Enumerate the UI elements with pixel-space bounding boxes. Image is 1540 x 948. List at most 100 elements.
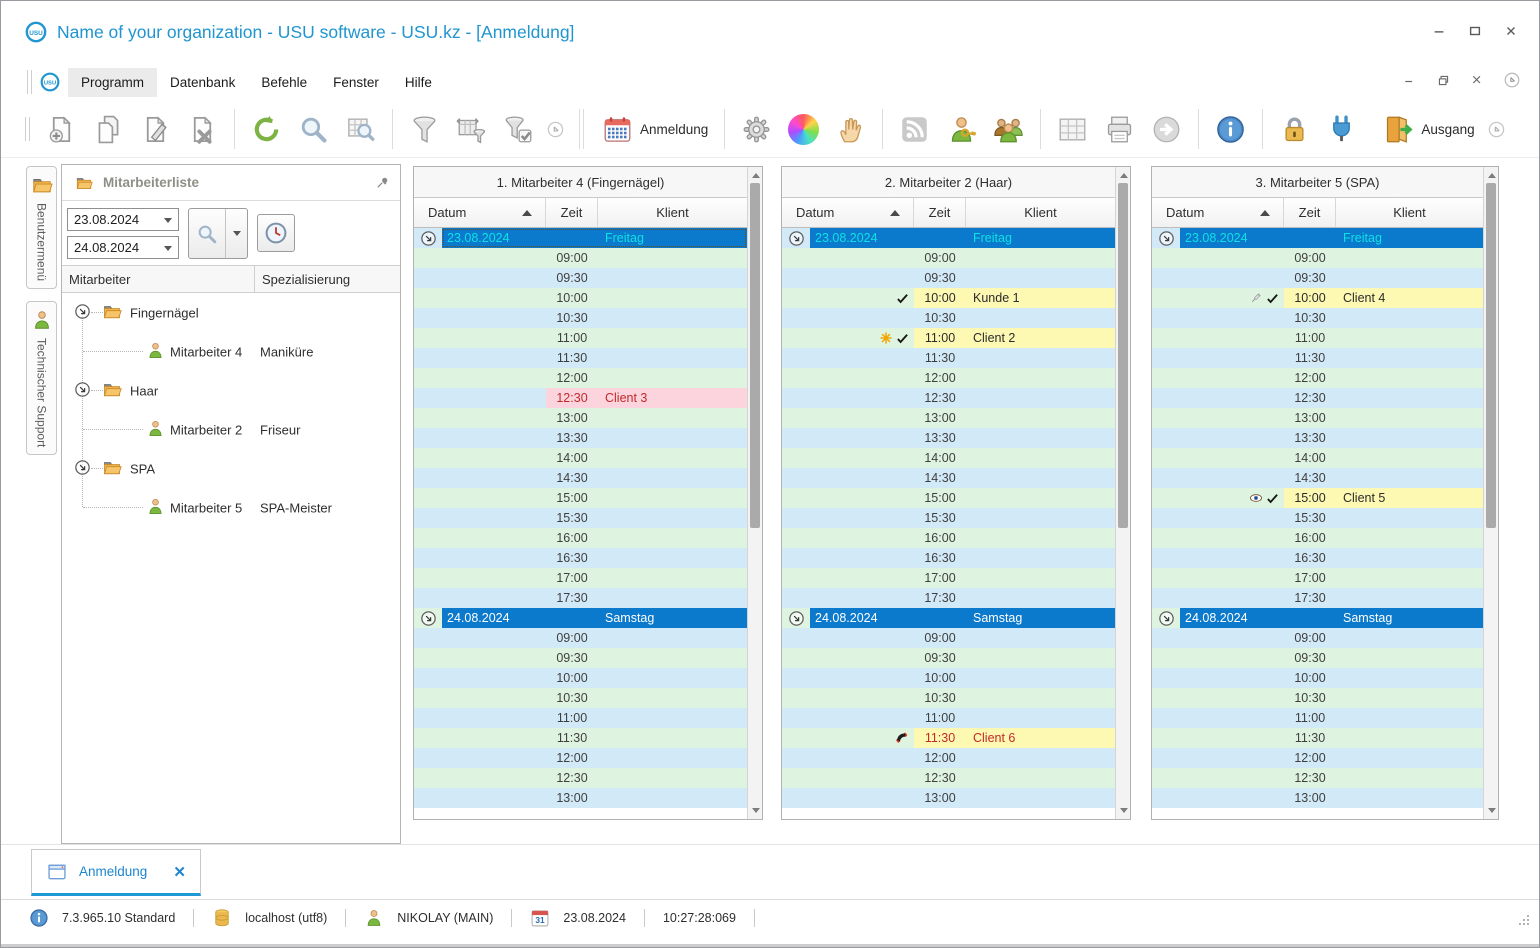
schedule-slot-row[interactable]: 17:00 [414,568,747,588]
scrollbar[interactable] [747,167,762,819]
schedule-slot-row[interactable]: 15:00 [414,488,747,508]
header-zeit[interactable]: Zeit [914,198,966,227]
toolbar-exit-door-button[interactable]: Ausgang [1375,106,1482,152]
schedule-slot-row[interactable]: 11:00 [1152,328,1483,348]
schedule-slot-row[interactable]: 13:00 [414,408,747,428]
toolbar-users-group-button[interactable] [985,106,1032,152]
toolbar-forward-arrow-button[interactable] [1143,106,1190,152]
schedule-slot-row[interactable]: 13:00 [414,788,747,808]
schedule-slot-row[interactable]: 10:00 [782,668,1115,688]
schedule-slot-row[interactable]: 15:30 [1152,508,1483,528]
date-from-input[interactable]: 23.08.2024 [67,208,179,231]
schedule-slot-row[interactable]: 11:30 [1152,348,1483,368]
tree-employee-row[interactable]: Mitarbeiter 2 Friseur [62,410,400,449]
schedule-slot-row[interactable]: 09:30 [1152,648,1483,668]
toolbar-search-button[interactable] [290,106,337,152]
search-button[interactable] [188,208,248,259]
toolbar-color-wheel-button[interactable] [780,106,827,152]
menu-item-programm[interactable]: Programm [68,67,158,97]
schedule-slot-row[interactable]: 13:30 [782,428,1115,448]
schedule-slot-row[interactable]: 17:30 [782,588,1115,608]
schedule-slot-row[interactable]: 13:00 [1152,408,1483,428]
schedule-slot-row[interactable]: 14:00 [782,448,1115,468]
maximize-button[interactable] [1467,23,1483,39]
header-klient[interactable]: Klient [598,198,747,227]
schedule-slot-row[interactable]: 10:30 [414,308,747,328]
scrollbar[interactable] [1483,167,1498,819]
schedule-date-row[interactable]: 23.08.2024 Freitag [1152,228,1483,248]
toolbar-filter-apply-button[interactable] [495,106,542,152]
tree-group-spa[interactable]: SPA [62,449,400,488]
schedule-slot-row[interactable]: 09:00 [1152,248,1483,268]
scrollbar-thumb[interactable] [1118,183,1128,528]
schedule-slot-row[interactable]: 11:00 [414,328,747,348]
schedule-date-row[interactable]: 24.08.2024 Samstag [782,608,1115,628]
menubar-grip[interactable] [27,70,32,94]
schedule-slot-row[interactable]: 10:30 [1152,688,1483,708]
schedule-slot-row[interactable]: 10:30 [782,688,1115,708]
tree-group-haar[interactable]: Haar [62,371,400,410]
header-zeit[interactable]: Zeit [546,198,598,227]
schedule-slot-row[interactable]: 09:00 [414,628,747,648]
schedule-slot-row[interactable]: 11:30 [414,728,747,748]
scrollbar-thumb[interactable] [750,183,760,528]
toolbar-plug-button[interactable] [1318,106,1365,152]
schedule-slot-row[interactable]: 16:00 [782,528,1115,548]
toolbar-copy-document-button[interactable] [85,106,132,152]
toolbar-hand-button[interactable] [827,106,874,152]
scrollbar-thumb[interactable] [1486,183,1496,528]
toolbar-overflow-icon[interactable] [1503,71,1521,89]
schedule-slot-row[interactable]: 10:00 [414,288,747,308]
column-header-spezialisierung[interactable]: Spezialisierung [255,266,400,292]
mdi-close-button[interactable] [1469,72,1485,88]
chevron-down-icon[interactable] [164,246,172,251]
schedule-date-row[interactable]: 24.08.2024 Samstag [1152,608,1483,628]
header-datum[interactable]: Datum [1152,198,1284,227]
header-zeit[interactable]: Zeit [1284,198,1336,227]
toolbar-delete-document-button[interactable] [179,106,226,152]
toolbar-refresh-button[interactable] [243,106,290,152]
mdi-restore-button[interactable] [1435,72,1451,88]
toolbar-filter-columns-button[interactable] [448,106,495,152]
schedule-slot-row[interactable]: 17:30 [1152,588,1483,608]
schedule-slot-row[interactable]: 14:30 [1152,468,1483,488]
schedule-slot-row[interactable]: 09:00 [782,248,1115,268]
schedule-appointment-row[interactable]: 10:00 Kunde 1 [782,288,1115,308]
schedule-slot-row[interactable]: 13:00 [782,788,1115,808]
schedule-slot-row[interactable]: 11:00 [1152,708,1483,728]
schedule-slot-row[interactable]: 16:00 [414,528,747,548]
toolbar-edit-document-button[interactable] [132,106,179,152]
schedule-slot-row[interactable]: 14:30 [414,468,747,488]
schedule-appointment-row[interactable]: 11:00 Client 2 [782,328,1115,348]
toolbar-calendar-button[interactable]: Anmeldung [594,106,716,152]
toolbar-new-document-button[interactable] [38,106,85,152]
resize-grip[interactable] [1517,913,1531,930]
toolbar-filter-button[interactable] [401,106,448,152]
schedule-date-row[interactable]: 23.08.2024 Freitag [414,228,747,248]
scrollbar[interactable] [1115,167,1130,819]
scroll-up-icon[interactable] [1488,173,1496,178]
tree-employee-row[interactable]: Mitarbeiter 5 SPA-Meister [62,488,400,527]
mdi-minimize-button[interactable] [1401,72,1417,88]
toolbar-lock-button[interactable] [1271,106,1318,152]
header-klient[interactable]: Klient [966,198,1115,227]
schedule-slot-row[interactable]: 16:30 [1152,548,1483,568]
chevron-down-icon[interactable] [164,218,172,223]
schedule-slot-row[interactable]: 13:00 [1152,788,1483,808]
schedule-slot-row[interactable]: 10:30 [782,308,1115,328]
scroll-up-icon[interactable] [752,173,760,178]
schedule-slot-row[interactable]: 09:30 [414,648,747,668]
toolbar-printer-button[interactable] [1096,106,1143,152]
menu-item-befehle[interactable]: Befehle [248,68,320,97]
schedule-appointment-row[interactable]: 15:00 Client 5 [1152,488,1483,508]
schedule-slot-row[interactable]: 12:30 [414,768,747,788]
schedule-appointment-row[interactable]: 10:00 Client 4 [1152,288,1483,308]
clock-button[interactable] [257,214,295,252]
schedule-slot-row[interactable]: 12:30 [782,388,1115,408]
schedule-slot-row[interactable]: 11:30 [1152,728,1483,748]
schedule-slot-row[interactable]: 15:30 [414,508,747,528]
toolbar-chevron-down-circle-button[interactable] [1483,106,1510,152]
schedule-slot-row[interactable]: 12:00 [1152,748,1483,768]
schedule-slot-row[interactable]: 13:00 [782,408,1115,428]
schedule-appointment-row[interactable]: 11:30 Client 6 [782,728,1115,748]
